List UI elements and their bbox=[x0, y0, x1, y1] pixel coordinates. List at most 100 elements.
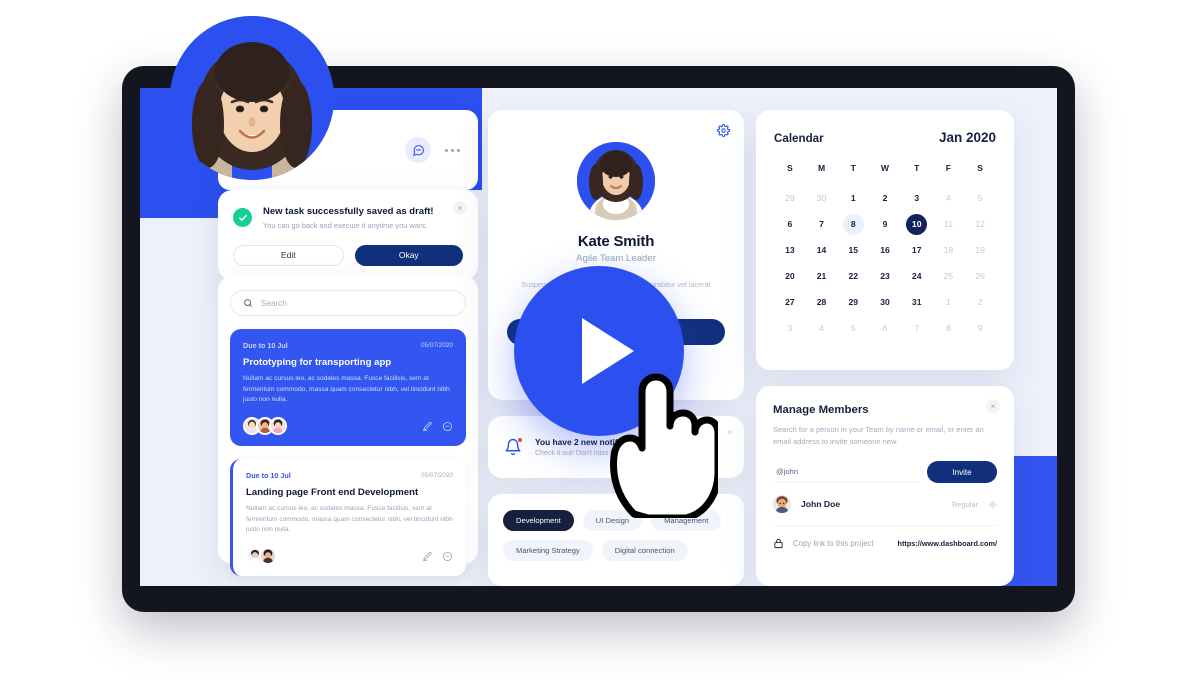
calendar-day[interactable]: 28 bbox=[806, 291, 838, 313]
member-name: John Doe bbox=[801, 499, 841, 509]
calendar-day[interactable]: 3 bbox=[774, 317, 806, 339]
calendar-day[interactable]: 7 bbox=[806, 213, 838, 235]
invite-input[interactable]: @john bbox=[773, 461, 919, 483]
profile-name: Kate Smith bbox=[577, 233, 655, 250]
task-list-card: Search Due to 10 Jul 05/07/2020 Prototyp… bbox=[218, 276, 478, 577]
calendar-day[interactable]: 23 bbox=[869, 265, 901, 287]
calendar-day[interactable]: 18 bbox=[933, 239, 965, 261]
toast-title: New task successfully saved as draft! bbox=[263, 206, 434, 217]
calendar-day[interactable]: 8 bbox=[837, 213, 869, 235]
chat-bubble-icon[interactable] bbox=[405, 137, 431, 163]
calendar-day[interactable]: 20 bbox=[774, 265, 806, 287]
profile-avatar bbox=[577, 142, 655, 220]
calendar-day[interactable]: 8 bbox=[933, 317, 965, 339]
avatar bbox=[269, 417, 287, 436]
lock-icon bbox=[774, 538, 783, 549]
task-avatars bbox=[243, 417, 287, 436]
calendar-day[interactable]: 24 bbox=[901, 265, 933, 287]
calendar-day[interactable]: 6 bbox=[774, 213, 806, 235]
calendar-day[interactable]: 30 bbox=[806, 187, 838, 209]
calendar-day[interactable]: 14 bbox=[806, 239, 838, 261]
calendar-day[interactable]: 5 bbox=[837, 317, 869, 339]
calendar-weekday: T bbox=[850, 163, 856, 173]
calendar-day[interactable]: 3 bbox=[901, 187, 933, 209]
calendar-day[interactable]: 26 bbox=[964, 265, 996, 287]
okay-button[interactable]: Okay bbox=[354, 244, 463, 266]
task-card[interactable]: Due to 10 Jul 05/07/2020 Prototyping for… bbox=[230, 329, 466, 447]
pencil-icon[interactable] bbox=[422, 551, 433, 562]
task-due: Due to 10 Jul bbox=[243, 341, 288, 350]
success-check-icon bbox=[233, 208, 252, 227]
calendar-day[interactable]: 16 bbox=[869, 239, 901, 261]
calendar-weekday: S bbox=[786, 163, 793, 173]
calendar-day[interactable]: 1 bbox=[837, 187, 869, 209]
calendar-day[interactable]: 29 bbox=[774, 187, 806, 209]
profile-role: Agile Team Leader bbox=[576, 253, 656, 264]
calendar-day[interactable]: 2 bbox=[869, 187, 901, 209]
gear-icon[interactable] bbox=[717, 124, 730, 142]
toast-subtitle: You can go back and execute it anytime y… bbox=[263, 220, 428, 230]
tag-development[interactable]: Development bbox=[503, 510, 574, 531]
manage-members-title: Manage Members bbox=[773, 404, 869, 416]
invite-button[interactable]: Invite bbox=[927, 461, 997, 483]
calendar-day[interactable]: 9 bbox=[869, 213, 901, 235]
calendar-day[interactable]: 15 bbox=[837, 239, 869, 261]
calendar-day[interactable]: 6 bbox=[869, 317, 901, 339]
pencil-icon[interactable] bbox=[422, 421, 433, 432]
gear-icon[interactable] bbox=[988, 500, 997, 509]
task-card[interactable]: Due to 10 Jul 05/07/2020 Landing page Fr… bbox=[230, 459, 466, 577]
hand-cursor bbox=[600, 368, 722, 523]
member-role[interactable]: Regular bbox=[952, 500, 978, 509]
search-icon bbox=[244, 299, 252, 307]
calendar-day[interactable]: 11 bbox=[933, 213, 965, 235]
calendar-day[interactable]: 29 bbox=[837, 291, 869, 313]
task-title: Landing page Front end Development bbox=[246, 487, 419, 499]
close-icon[interactable]: × bbox=[727, 428, 732, 437]
search-input[interactable]: Search bbox=[230, 290, 466, 316]
comment-icon[interactable] bbox=[442, 421, 453, 432]
avatar bbox=[259, 547, 277, 566]
calendar-day[interactable]: 5 bbox=[964, 187, 996, 209]
calendar-day[interactable]: 17 bbox=[901, 239, 933, 261]
manage-members-subtitle: Search for a person in your Team by name… bbox=[773, 425, 984, 446]
task-title: Prototyping for transporting app bbox=[243, 357, 392, 368]
task-date: 05/07/2020 bbox=[421, 472, 453, 480]
calendar-day[interactable]: 1 bbox=[933, 291, 965, 313]
calendar-day[interactable]: 2 bbox=[964, 291, 996, 313]
calendar-day[interactable]: 12 bbox=[964, 213, 996, 235]
calendar-title: Calendar bbox=[774, 132, 824, 145]
calendar-card: Calendar Jan 2020 S M T W T F S 29 30 1 2 3 4 5 6 7 8 9 10… bbox=[756, 110, 1014, 370]
calendar-weekday: W bbox=[880, 163, 890, 173]
calendar-day[interactable]: 13 bbox=[774, 239, 806, 261]
calendar-day[interactable]: 7 bbox=[901, 317, 933, 339]
calendar-month[interactable]: Jan 2020 bbox=[939, 130, 996, 145]
calendar-day[interactable]: 31 bbox=[901, 291, 933, 313]
tag-digital-connection[interactable]: Digital connection bbox=[601, 540, 688, 561]
calendar-day[interactable]: 22 bbox=[837, 265, 869, 287]
more-options-icon[interactable] bbox=[445, 148, 460, 152]
calendar-day[interactable]: 4 bbox=[806, 317, 838, 339]
member-row[interactable]: John Doe Regular bbox=[773, 495, 997, 526]
calendar-day[interactable]: 4 bbox=[933, 187, 965, 209]
calendar-weekday: F bbox=[945, 163, 952, 173]
screenshot-stage: × New task successfully saved as draft! … bbox=[0, 0, 1200, 680]
edit-button[interactable]: Edit bbox=[233, 244, 344, 266]
calendar-day[interactable]: 19 bbox=[964, 239, 996, 261]
comment-icon[interactable] bbox=[442, 551, 453, 562]
close-icon[interactable]: × bbox=[986, 399, 1000, 413]
project-url[interactable]: https://www.dashboard.com/ bbox=[898, 539, 997, 548]
close-icon[interactable]: × bbox=[453, 201, 467, 215]
copy-link-label[interactable]: Copy link to this project bbox=[793, 539, 889, 548]
calendar-day[interactable]: 27 bbox=[774, 291, 806, 313]
calendar-day[interactable]: 25 bbox=[933, 265, 965, 287]
task-avatars bbox=[246, 547, 277, 566]
hero-portrait bbox=[170, 16, 334, 180]
tag-marketing-strategy[interactable]: Marketing Strategy bbox=[503, 540, 593, 561]
search-placeholder: Search bbox=[261, 298, 287, 308]
calendar-grid: S M T W T F S 29 30 1 2 3 4 5 6 7 8 9 10 11 12 13 14 15 16 17 18 19… bbox=[774, 163, 996, 339]
calendar-weekday: S bbox=[977, 163, 983, 173]
calendar-day[interactable]: 30 bbox=[869, 291, 901, 313]
calendar-day-selected[interactable]: 10 bbox=[901, 213, 933, 235]
calendar-day[interactable]: 21 bbox=[806, 265, 838, 287]
calendar-day[interactable]: 9 bbox=[964, 317, 996, 339]
